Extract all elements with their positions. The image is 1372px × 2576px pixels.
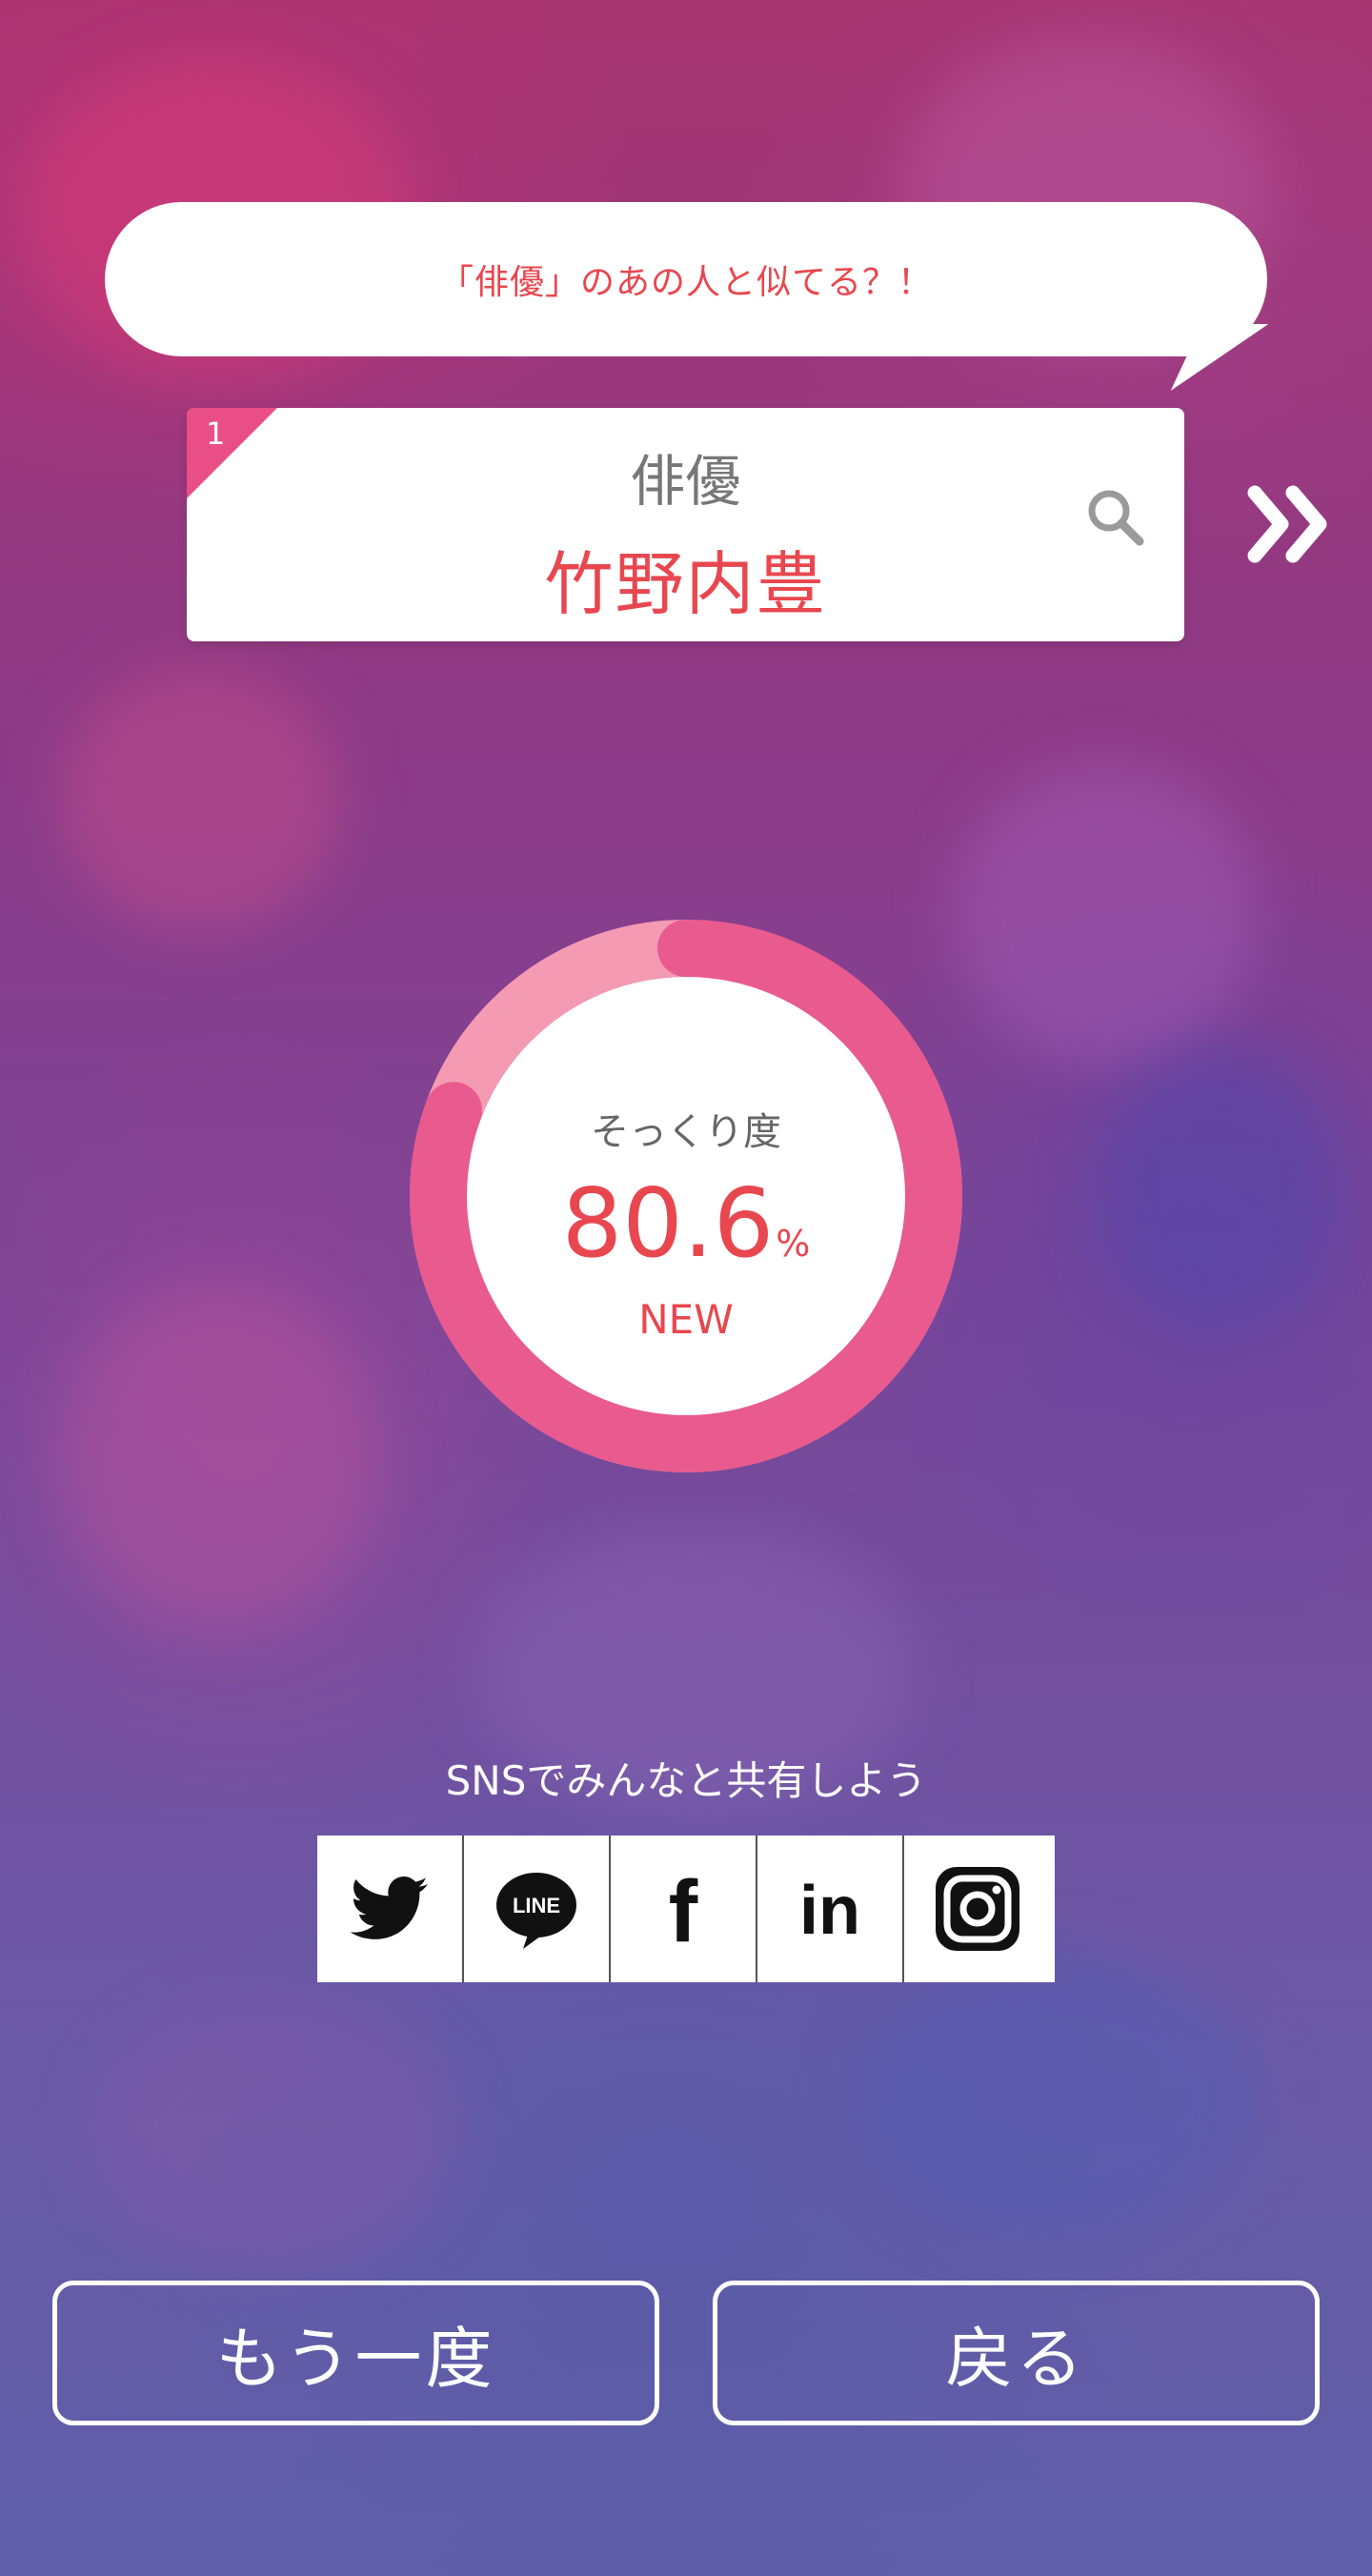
facebook-icon-text: f (669, 1863, 698, 1955)
speech-bubble: 「俳優」のあの人と似てる？！ (105, 202, 1267, 356)
share-buttons: LINE f in (317, 1836, 1055, 1982)
share-linkedin-button[interactable]: in (757, 1836, 904, 1982)
instagram-icon (936, 1867, 1019, 1951)
bubble-text: 「俳優」のあの人と似てる？！ (438, 263, 933, 302)
similarity-label: そっくり度 (591, 1110, 781, 1154)
line-icon: LINE (496, 1873, 576, 1949)
similarity-unit: % (776, 1223, 811, 1265)
background-blob (57, 667, 343, 934)
share-instagram-button[interactable] (904, 1836, 1051, 1982)
linkedin-icon: in (799, 1873, 860, 1949)
background-blob (1096, 1048, 1343, 1334)
back-button[interactable]: 戻る (713, 2281, 1320, 2425)
new-badge: NEW (638, 1296, 734, 1343)
result-category: 俳優 (630, 449, 741, 514)
share-label: SNSでみんなと共有しよう (445, 1757, 927, 1804)
result-name: 竹野内豊 (544, 544, 827, 624)
background-blob (858, 1954, 1258, 2240)
share-facebook-button[interactable]: f (611, 1836, 757, 1982)
background-blob (57, 1287, 381, 1630)
retry-button[interactable]: もう一度 (52, 2281, 659, 2425)
share-twitter-button[interactable] (317, 1836, 464, 1982)
result-card[interactable]: 1 俳優 竹野内豊 (187, 408, 1184, 641)
linkedin-icon-text: in (799, 1873, 860, 1949)
similarity-value-wrap: 80.6% (410, 1167, 962, 1279)
facebook-icon: f (669, 1863, 698, 1955)
share-line-button[interactable]: LINE (464, 1836, 611, 1982)
search-icon[interactable] (1082, 484, 1149, 551)
line-icon-text: LINE (513, 1894, 560, 1917)
background-blob (95, 2001, 457, 2268)
similarity-value: 80.6 (561, 1167, 775, 1279)
next-arrow-icon[interactable] (1243, 481, 1339, 567)
background-blob (953, 762, 1258, 1067)
twitter-icon (350, 1876, 428, 1939)
